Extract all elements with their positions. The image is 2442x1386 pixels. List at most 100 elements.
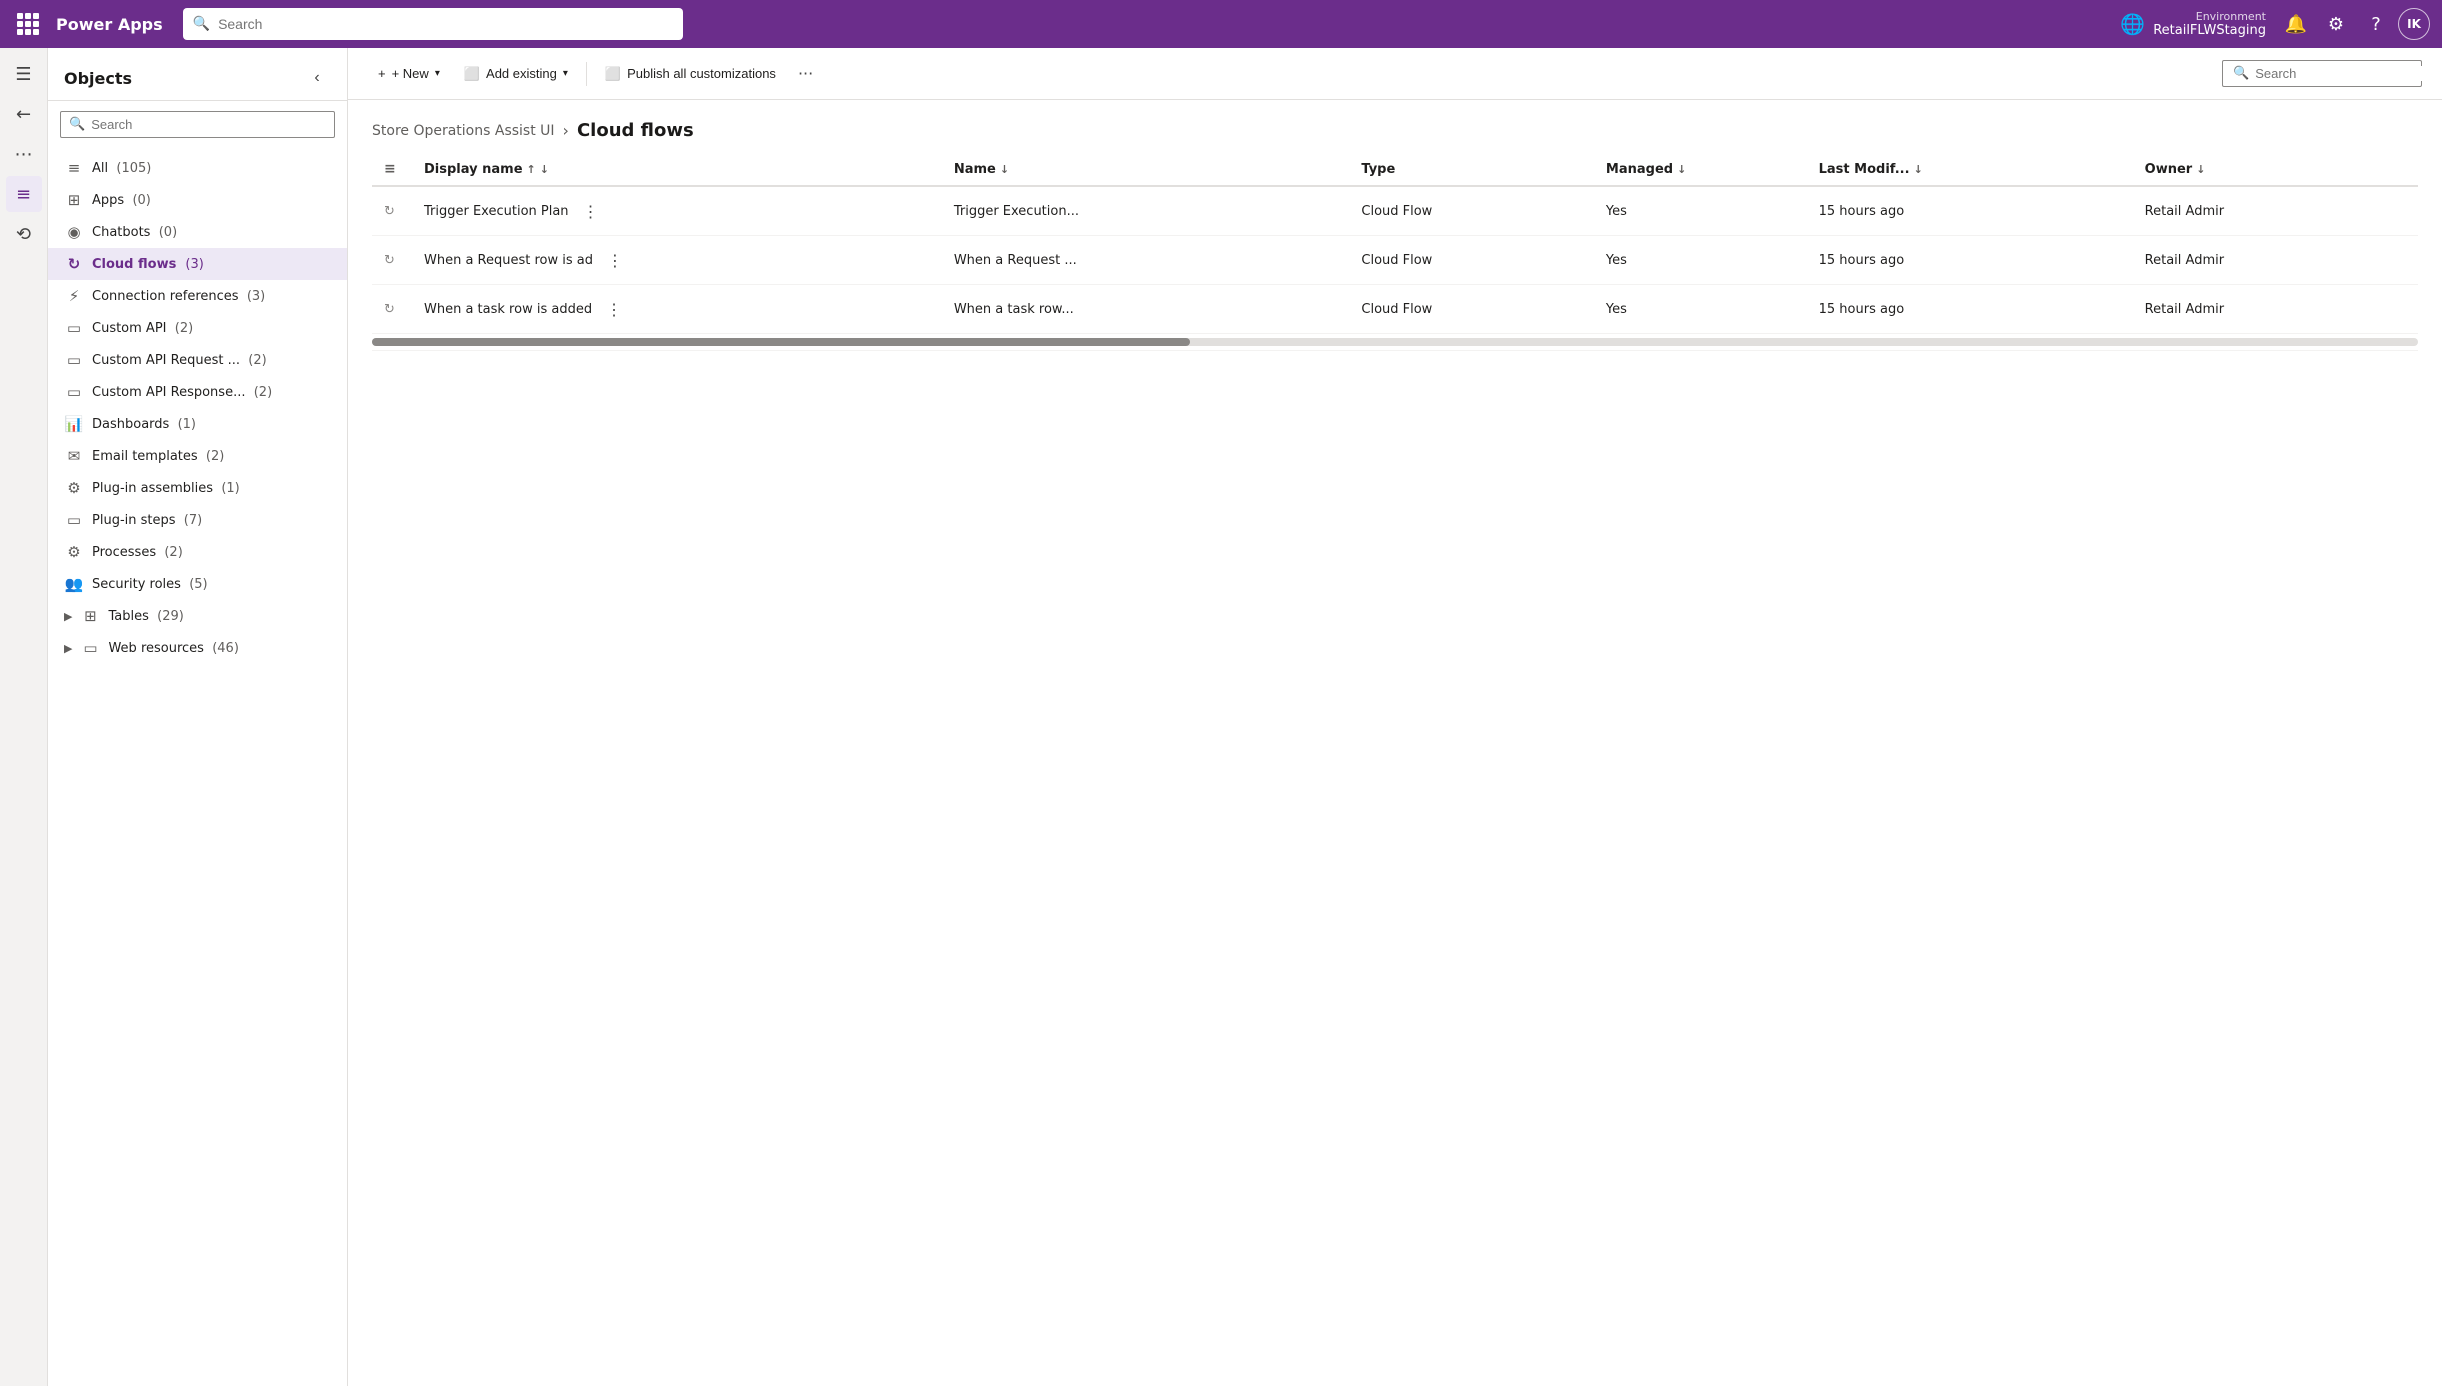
sidebar: Objects ‹ 🔍 ≡ All (105) ⊞ Apps (0) ◉ Cha…: [48, 48, 348, 1386]
sidebar-item-security-roles[interactable]: 👥 Security roles (5): [48, 568, 347, 600]
managed-sort-icon: ↓: [1677, 163, 1686, 176]
table-row[interactable]: ↻ Trigger Execution Plan ⋮ Trigger Execu…: [372, 186, 2418, 236]
sidebar-item-custom-api[interactable]: ▭ Custom API (2): [48, 312, 347, 344]
connection-refs-icon: ⚡: [64, 287, 84, 305]
sidebar-item-plugin-assemblies[interactable]: ⚙ Plug-in assemblies (1): [48, 472, 347, 504]
sidebar-item-custom-api-response[interactable]: ▭ Custom API Response... (2): [48, 376, 347, 408]
table-header-row: ≡ Display name ↑ ↓ Name: [372, 153, 2418, 186]
rail-dots-icon[interactable]: ⋯: [6, 136, 42, 172]
cell-check-0[interactable]: ↻: [372, 186, 412, 236]
sidebar-item-all[interactable]: ≡ All (105): [48, 152, 347, 184]
sidebar-nav: ≡ All (105) ⊞ Apps (0) ◉ Chatbots (0) ↻ …: [48, 148, 347, 1386]
sidebar-item-security-roles-label: Security roles (5): [92, 577, 331, 592]
col-header-name[interactable]: Name ↓: [942, 153, 1350, 186]
sidebar-collapse-button[interactable]: ‹: [303, 64, 331, 92]
sidebar-item-apps-label: Apps (0): [92, 193, 331, 208]
environment-selector[interactable]: 🌐 Environment RetailFLWStaging: [2120, 10, 2266, 38]
custom-api-icon: ▭: [64, 319, 84, 337]
settings-button[interactable]: ⚙: [2318, 6, 2354, 42]
col-header-managed[interactable]: Managed ↓: [1594, 153, 1807, 186]
user-avatar[interactable]: IK: [2398, 8, 2430, 40]
bell-icon: 🔔: [2285, 14, 2307, 35]
sidebar-item-email-templates[interactable]: ✉ Email templates (2): [48, 440, 347, 472]
sidebar-item-processes[interactable]: ⚙ Processes (2): [48, 536, 347, 568]
select-all-icon: ≡: [384, 161, 396, 177]
sidebar-item-custom-api-request[interactable]: ▭ Custom API Request ... (2): [48, 344, 347, 376]
sidebar-item-processes-label: Processes (2): [92, 545, 331, 560]
cell-display-name-0: Trigger Execution Plan ⋮: [412, 186, 942, 236]
row-flow-icon-1: ↻: [384, 253, 395, 268]
breadcrumb-current: Cloud flows: [577, 120, 694, 141]
rail-menu-icon[interactable]: ☰: [6, 56, 42, 92]
col-header-type[interactable]: Type: [1349, 153, 1594, 186]
row-menu-button-0[interactable]: ⋮: [577, 197, 605, 225]
content-search-box[interactable]: 🔍: [2222, 60, 2422, 87]
cell-check-2[interactable]: ↻: [372, 285, 412, 334]
cell-managed-1: Yes: [1594, 236, 1807, 285]
sidebar-item-connection-refs[interactable]: ⚡ Connection references (3): [48, 280, 347, 312]
rail-objects-icon[interactable]: ≡: [6, 176, 42, 212]
sidebar-item-plugin-steps[interactable]: ▭ Plug-in steps (7): [48, 504, 347, 536]
email-templates-icon: ✉: [64, 447, 84, 465]
col-header-select[interactable]: ≡: [372, 153, 412, 186]
sidebar-item-cloud-flows-label: Cloud flows (3): [92, 257, 331, 272]
cell-display-name-1: When a Request row is ad ⋮: [412, 236, 942, 285]
col-managed-label: Managed: [1606, 162, 1673, 177]
table-row[interactable]: ↻ When a Request row is ad ⋮ When a Requ…: [372, 236, 2418, 285]
col-header-owner[interactable]: Owner ↓: [2133, 153, 2418, 186]
sidebar-item-web-resources[interactable]: ▶ ▭ Web resources (46): [48, 632, 347, 664]
dashboards-icon: 📊: [64, 415, 84, 433]
sidebar-item-apps[interactable]: ⊞ Apps (0): [48, 184, 347, 216]
plugin-assemblies-icon: ⚙: [64, 479, 84, 497]
cell-lastmod-0: 15 hours ago: [1807, 186, 2133, 236]
publish-button[interactable]: ⬜ Publish all customizations: [595, 60, 786, 88]
content-search-icon: 🔍: [2233, 66, 2249, 81]
sidebar-item-dashboards[interactable]: 📊 Dashboards (1): [48, 408, 347, 440]
breadcrumb-parent[interactable]: Store Operations Assist UI: [372, 123, 555, 139]
content-search-input[interactable]: [2255, 66, 2431, 81]
global-search-input[interactable]: [218, 16, 673, 32]
add-existing-button[interactable]: ⬜ Add existing ▾: [454, 60, 578, 88]
waffle-menu[interactable]: [12, 8, 44, 40]
sidebar-item-custom-api-label: Custom API (2): [92, 321, 331, 336]
sidebar-item-plugin-assemblies-label: Plug-in assemblies (1): [92, 481, 331, 496]
display-name-sort-asc-icon: ↑: [527, 163, 536, 176]
gear-icon: ⚙: [2328, 14, 2344, 35]
row-menu-button-2[interactable]: ⋮: [600, 295, 628, 323]
custom-api-response-icon: ▭: [64, 383, 84, 401]
sidebar-search-input[interactable]: [91, 117, 326, 132]
col-header-display-name[interactable]: Display name ↑ ↓: [412, 153, 942, 186]
display-name-text-0: Trigger Execution Plan: [424, 204, 569, 219]
new-button[interactable]: + + New ▾: [368, 60, 450, 87]
more-options-button[interactable]: ···: [790, 58, 821, 89]
cell-check-1[interactable]: ↻: [372, 236, 412, 285]
main-layout: ☰ ← ⋯ ≡ ⟲ Objects ‹ 🔍 ≡ All (105) ⊞ Apps…: [0, 48, 2442, 1386]
sidebar-item-cloud-flows[interactable]: ↻ Cloud flows (3): [48, 248, 347, 280]
help-button[interactable]: ?: [2358, 6, 2394, 42]
col-header-last-modified[interactable]: Last Modif... ↓: [1807, 153, 2133, 186]
notifications-button[interactable]: 🔔: [2278, 6, 2314, 42]
table-body: ↻ Trigger Execution Plan ⋮ Trigger Execu…: [372, 186, 2418, 351]
topbar-right: 🌐 Environment RetailFLWStaging 🔔 ⚙ ? IK: [2120, 6, 2430, 42]
sidebar-item-chatbots-label: Chatbots (0): [92, 225, 331, 240]
rail-history-icon[interactable]: ⟲: [6, 216, 42, 252]
sidebar-item-tables[interactable]: ▶ ⊞ Tables (29): [48, 600, 347, 632]
table-row[interactable]: ↻ When a task row is added ⋮ When a task…: [372, 285, 2418, 334]
publish-icon: ⬜: [605, 66, 621, 82]
environment-label: Environment: [2196, 10, 2266, 23]
row-menu-button-1[interactable]: ⋮: [601, 246, 629, 274]
sidebar-search-box[interactable]: 🔍: [60, 111, 335, 138]
owner-sort-icon: ↓: [2196, 163, 2205, 176]
row-flow-icon-0: ↻: [384, 204, 395, 219]
sidebar-item-custom-api-response-label: Custom API Response... (2): [92, 385, 331, 400]
cell-owner-1: Retail Admir: [2133, 236, 2418, 285]
web-resources-expand-icon: ▶: [64, 642, 72, 655]
sidebar-item-dashboards-label: Dashboards (1): [92, 417, 331, 432]
add-existing-icon: ⬜: [464, 66, 480, 82]
security-roles-icon: 👥: [64, 575, 84, 593]
new-icon: +: [378, 66, 386, 81]
sidebar-item-chatbots[interactable]: ◉ Chatbots (0): [48, 216, 347, 248]
global-search-box[interactable]: 🔍: [183, 8, 683, 40]
rail-back-icon[interactable]: ←: [6, 96, 42, 132]
display-name-sort-desc-icon: ↓: [540, 163, 549, 176]
